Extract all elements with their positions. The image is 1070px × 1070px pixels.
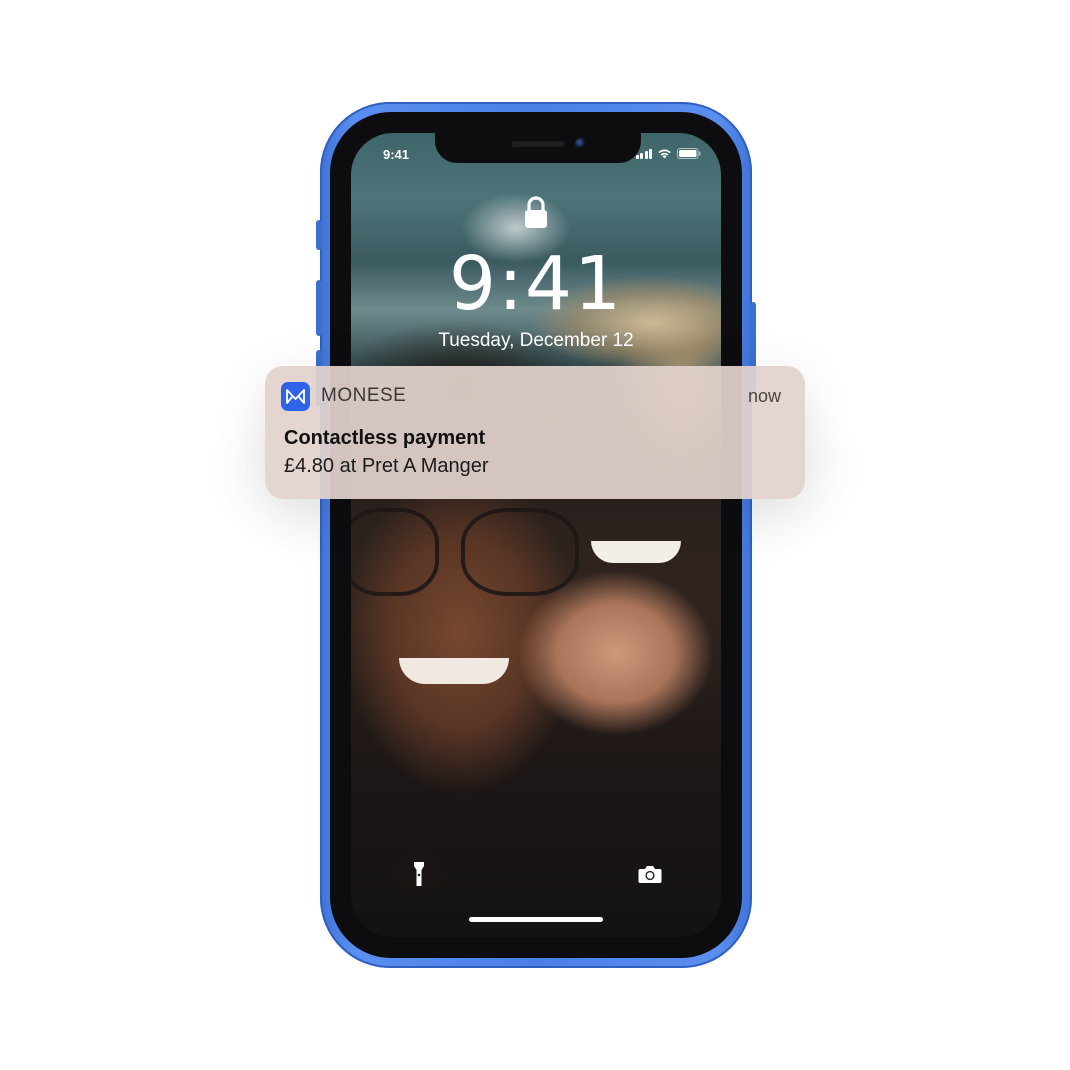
status-bar: 9:41 [351, 133, 721, 177]
wifi-icon [658, 149, 671, 159]
volume-up-button [316, 280, 322, 336]
notification-banner[interactable]: MONESE now Contactless payment £4.80 at … [265, 366, 805, 499]
wallpaper-detail [351, 508, 439, 596]
notification-time: now [747, 386, 781, 406]
phone-bezel: 9:41 9:41 Tuesday, December 12 [330, 112, 742, 958]
stage: 9:41 9:41 Tuesday, December 12 MONESE no… [0, 0, 1070, 1070]
monese-logo-icon [281, 382, 310, 411]
lock-icon [525, 196, 547, 228]
flashlight-icon [414, 862, 424, 886]
camera-icon [638, 865, 662, 883]
status-bar-icons [635, 148, 702, 159]
home-indicator[interactable] [469, 917, 603, 922]
silent-switch [316, 220, 322, 250]
signal-icon [635, 149, 652, 159]
camera-button[interactable] [625, 849, 675, 899]
notification-title: Contactless payment [284, 427, 486, 449]
battery-icon [677, 148, 701, 159]
lock-screen-date: Tuesday, December 12 [438, 330, 634, 351]
wallpaper-detail [591, 541, 681, 563]
phone-device: 9:41 9:41 Tuesday, December 12 [316, 102, 756, 968]
flashlight-button[interactable] [394, 849, 444, 899]
wallpaper-detail [399, 658, 509, 684]
lock-screen: 9:41 9:41 Tuesday, December 12 [351, 133, 721, 937]
notification-app-name: MONESE [321, 385, 407, 406]
notification-body: £4.80 at Pret A Manger [284, 455, 489, 477]
wallpaper-detail [461, 508, 579, 596]
lock-screen-clock: 9:41 [448, 241, 624, 327]
status-bar-time: 9:41 [383, 147, 410, 162]
